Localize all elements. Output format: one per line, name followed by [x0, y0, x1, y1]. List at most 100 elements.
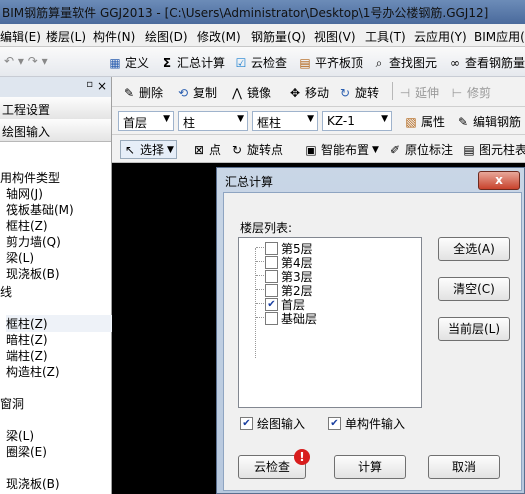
rotate-point-button[interactable]: ↻ 旋转点	[230, 141, 283, 158]
draw-input-checkbox[interactable]: ✔	[240, 417, 253, 430]
undo-icon[interactable]: ↶ ▾ ↷ ▾	[4, 54, 48, 68]
single-input-label: 单构件输入	[345, 417, 406, 431]
menu-tools[interactable]: 工具(T)	[365, 28, 406, 45]
floor-select-value: 首层	[123, 116, 148, 130]
trim-button[interactable]: ⊢ 修剪	[450, 84, 491, 101]
smart-layout-icon: ▣	[305, 142, 317, 157]
floor-item-foundation[interactable]: 基础层	[265, 310, 317, 327]
section-label: 工程设置	[2, 103, 51, 117]
tree-item[interactable]: 现浇板(B)	[6, 475, 117, 492]
menu-modify[interactable]: 修改(M)	[197, 28, 241, 45]
tree-item[interactable]: 剪力墙(Q)	[6, 233, 117, 250]
tree-label: 线	[0, 285, 13, 299]
tree-item[interactable]: 窗洞	[0, 395, 111, 412]
chevron-down-icon: ▼	[163, 114, 170, 124]
tree-item[interactable]: 构造柱(Z)	[6, 363, 117, 380]
single-input-checkbox[interactable]: ✔	[328, 417, 341, 430]
copy-icon: ⟲	[177, 85, 189, 100]
mirror-button[interactable]: ⋀ 镜像	[230, 84, 271, 101]
element-type-select[interactable]: 柱 ▼	[178, 111, 248, 131]
cancel-button[interactable]: 取消	[428, 455, 500, 479]
tree-item[interactable]: 线	[0, 283, 111, 300]
draw-input-option[interactable]: ✔ 绘图输入	[240, 415, 305, 432]
floor-list-label: 楼层列表:	[240, 221, 293, 235]
single-input-option[interactable]: ✔ 单构件输入	[328, 415, 405, 432]
find-element-button[interactable]: ⌕ 查找图元	[372, 54, 437, 71]
menu-cloud[interactable]: 云应用(Y)	[414, 28, 467, 45]
element-id-select[interactable]: KZ-1 ▼	[322, 111, 392, 131]
delete-button[interactable]: ✎ 删除	[122, 84, 163, 101]
section-label: 绘图输入	[2, 125, 51, 139]
tree-item-selected[interactable]: 框柱(Z)	[6, 315, 117, 332]
floor-select[interactable]: 首层 ▼	[118, 111, 174, 131]
point-button[interactable]: ⊠ 点	[192, 141, 221, 158]
view-rebar-label: 查看钢筋量	[465, 56, 525, 70]
menu-draw[interactable]: 绘图(D)	[145, 28, 188, 45]
view-rebar-button[interactable]: ∞ 查看钢筋量	[448, 54, 525, 71]
tree-label: 现浇板(B)	[6, 477, 60, 491]
menu-bim[interactable]: BIM应用(	[474, 28, 525, 45]
tree-line	[256, 275, 264, 276]
tree-item[interactable]: 梁(L)	[6, 249, 117, 266]
rotate-point-icon: ↻	[231, 142, 243, 157]
move-button[interactable]: ✥ 移动	[288, 84, 329, 101]
menu-rebar[interactable]: 钢筋量(Q)	[251, 28, 306, 45]
extend-label: 延伸	[415, 86, 440, 100]
summary-button[interactable]: Σ 汇总计算	[160, 54, 225, 71]
rotate-button[interactable]: ↻ 旋转	[338, 84, 379, 101]
define-button[interactable]: ▦ 定义	[108, 54, 149, 71]
edit-toolbar: ✎ 删除 ⟲ 复制 ⋀ 镜像 ✥ 移动 ↻ 旋转 ⊣ 延伸 ⊢ 修剪	[112, 77, 525, 107]
section-project-settings[interactable]: 工程设置	[0, 97, 111, 120]
tree-item[interactable]: 圈梁(E)	[6, 443, 117, 460]
define-label: 定义	[125, 56, 150, 70]
calculate-button[interactable]: 计算	[334, 455, 406, 479]
menu-edit[interactable]: 编辑(E)	[0, 28, 41, 45]
attributes-label: 属性	[421, 115, 446, 129]
tree-item[interactable]: 筏板基础(M)	[6, 201, 117, 218]
flush-slab-button[interactable]: ▤ 平齐板顶	[298, 54, 363, 71]
section-draw-input[interactable]: 绘图输入	[0, 119, 111, 142]
column-table-button[interactable]: ▤ 图元柱表	[462, 141, 525, 158]
tree-item[interactable]: 轴网(J)	[6, 185, 117, 202]
property-toolbar: 首层 ▼ 柱 ▼ 框柱 ▼ KZ-1 ▼ ▧ 属性 ✎ 编辑钢筋	[112, 107, 525, 135]
clear-button[interactable]: 清空(C)	[438, 277, 510, 301]
menu-view[interactable]: 视图(V)	[314, 28, 356, 45]
floor-list[interactable]: 第5层 第4层 第3层 第2层 ✔ 首层 基础层	[238, 237, 422, 408]
tree-label: 现浇板(B)	[6, 267, 60, 281]
smart-layout-button[interactable]: ▣ 智能布置 ▼	[304, 141, 379, 158]
tree-label: 框柱(Z)	[6, 219, 48, 233]
current-floor-button[interactable]: 当前层(L)	[438, 317, 510, 341]
tree-item[interactable]: 用构件类型	[0, 169, 111, 186]
floor-name: 基础层	[281, 312, 318, 326]
alert-icon: !	[294, 449, 310, 465]
flush-slab-label: 平齐板顶	[315, 56, 364, 70]
select-button[interactable]: ↖ 选择 ▼	[120, 140, 177, 159]
copy-button[interactable]: ⟲ 复制	[176, 84, 217, 101]
tree-item[interactable]: 梁(L)	[6, 427, 117, 444]
binoculars-icon: ⌕	[375, 55, 383, 70]
move-label: 移动	[305, 86, 330, 100]
tree-item[interactable]: 暗柱(Z)	[6, 331, 117, 348]
pin-icon[interactable]: ▫	[86, 79, 93, 90]
attributes-button[interactable]: ▧ 属性	[404, 113, 445, 130]
edit-rebar-button[interactable]: ✎ 编辑钢筋	[456, 113, 521, 130]
dialog-close-button[interactable]: x	[478, 171, 520, 190]
element-sub-select[interactable]: 框柱 ▼	[252, 111, 318, 131]
dialog-body: 楼层列表: 第5层 第4层 第3层 第2层 ✔ 首层 基础层 全选(A) 清空(C…	[223, 192, 522, 491]
cloud-check-toolbar-button[interactable]: ☑ 云检查	[234, 54, 287, 71]
floor-checkbox[interactable]	[265, 312, 278, 325]
tree-item[interactable]: 端柱(Z)	[6, 347, 117, 364]
in-situ-label-button[interactable]: ✐ 原位标注	[388, 141, 453, 158]
select-all-button[interactable]: 全选(A)	[438, 237, 510, 261]
cloud-check-label: 云检查	[253, 460, 290, 474]
tree-label: 框柱(Z)	[6, 317, 48, 331]
close-icon[interactable]: ×	[97, 79, 107, 93]
menu-floor[interactable]: 楼层(L)	[46, 28, 86, 45]
tree-item[interactable]: 框柱(Z)	[6, 217, 117, 234]
menu-element[interactable]: 构件(N)	[93, 28, 135, 45]
tree-item[interactable]: 现浇板(B)	[6, 265, 117, 282]
tree-line	[256, 317, 264, 318]
element-type-value: 柱	[183, 116, 196, 130]
extend-button[interactable]: ⊣ 延伸	[398, 84, 439, 101]
chevron-down-icon: ▼	[372, 144, 379, 155]
